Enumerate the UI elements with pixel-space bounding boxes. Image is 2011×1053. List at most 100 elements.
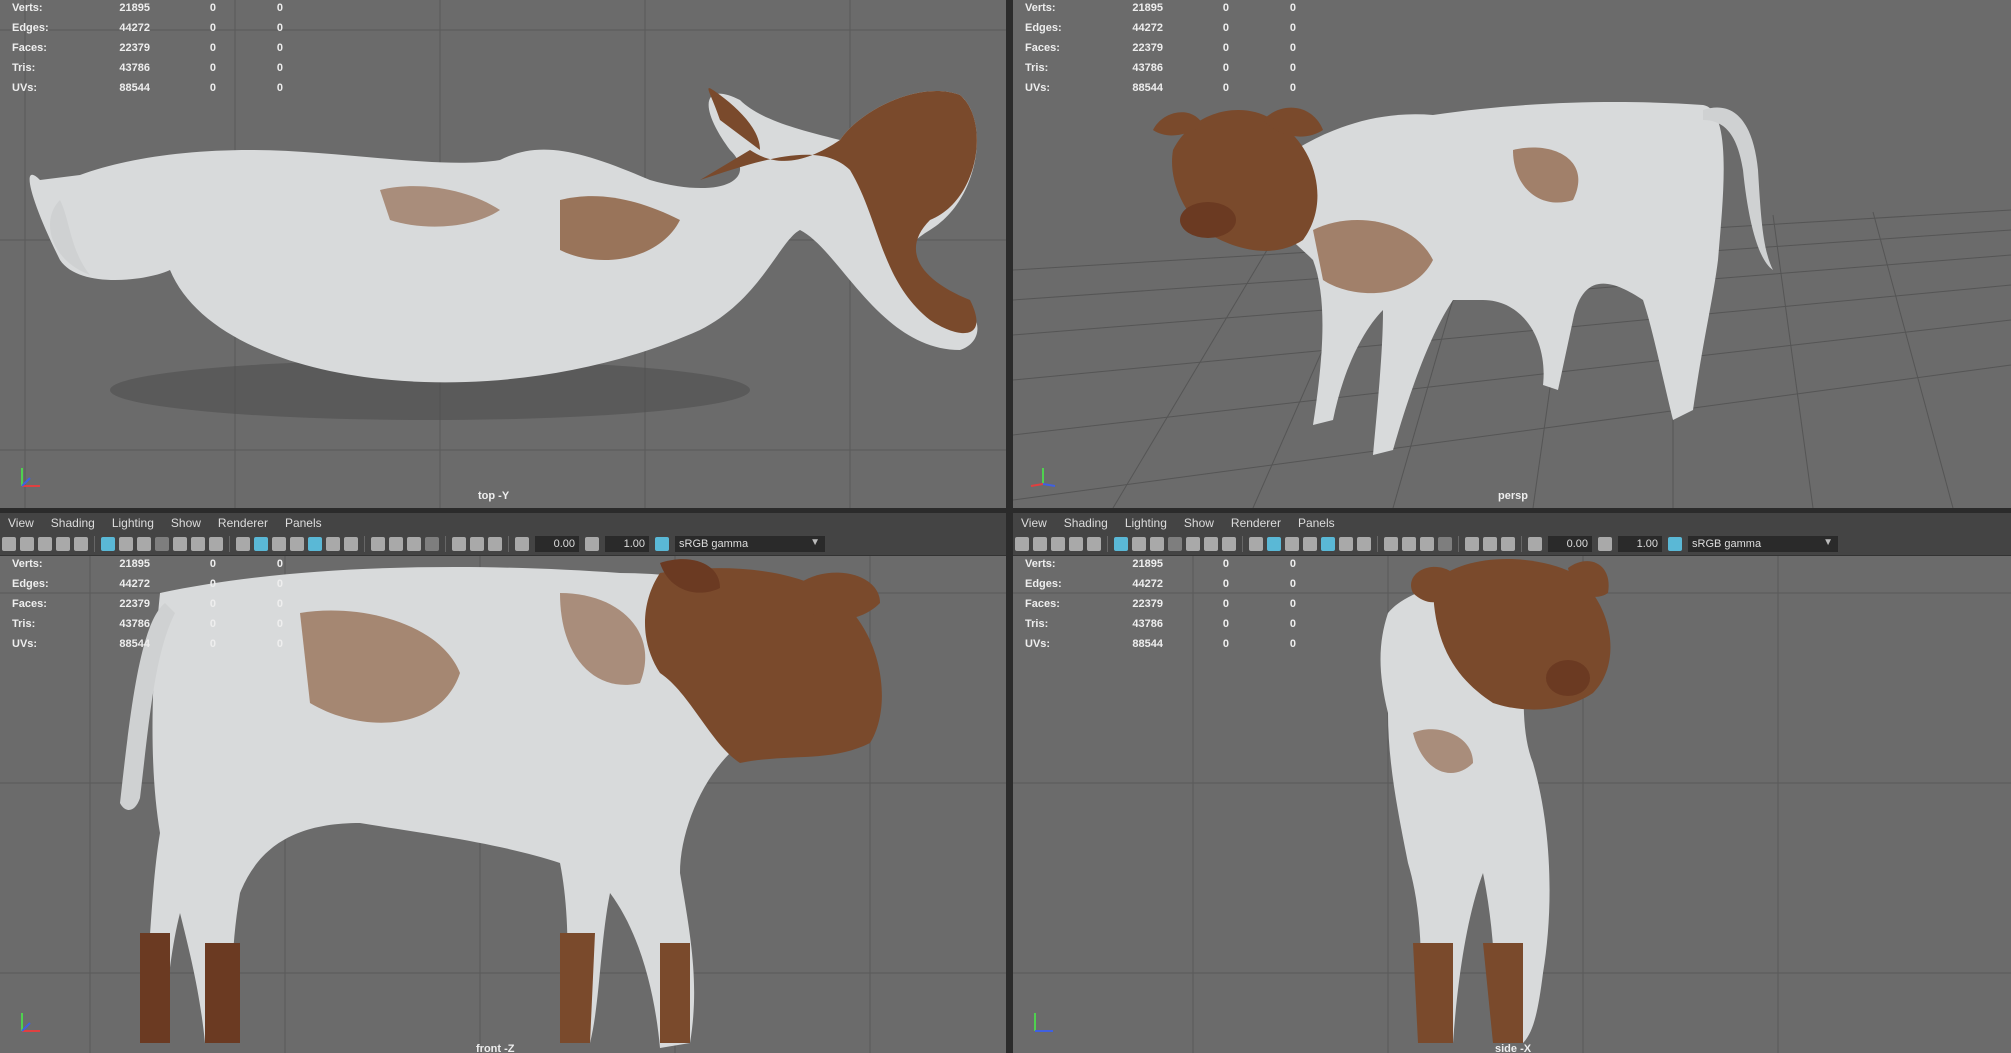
stat-value: 21895 xyxy=(119,2,150,14)
stat-value: 0 xyxy=(276,558,283,570)
grid-icon[interactable] xyxy=(1114,537,1128,551)
color-management-icon[interactable] xyxy=(1668,537,1682,551)
menu-shading[interactable]: Shading xyxy=(43,516,104,530)
wireframe-on-shaded-icon[interactable] xyxy=(1285,537,1299,551)
stat-value: 0 xyxy=(209,82,216,94)
toolbar-divider xyxy=(364,536,365,552)
menu-shading[interactable]: Shading xyxy=(1056,516,1117,530)
smooth-shade-icon[interactable] xyxy=(1267,537,1281,551)
xray-joints-icon[interactable] xyxy=(1483,537,1497,551)
safe-title-icon[interactable] xyxy=(209,537,223,551)
textured-icon[interactable] xyxy=(290,537,304,551)
ambient-occlusion-icon[interactable] xyxy=(1384,537,1398,551)
stat-value: 44272 xyxy=(1132,22,1163,34)
stat-value: 0 xyxy=(1222,2,1229,14)
depth-of-field-icon[interactable] xyxy=(1438,537,1452,551)
isolate-select-icon[interactable] xyxy=(452,537,466,551)
safe-action-icon[interactable] xyxy=(1204,537,1218,551)
shadows-icon[interactable] xyxy=(326,537,340,551)
wireframe-on-shaded-icon[interactable] xyxy=(272,537,286,551)
camera-attributes-icon[interactable] xyxy=(1033,537,1047,551)
grid-icon[interactable] xyxy=(101,537,115,551)
depth-of-field-icon[interactable] xyxy=(425,537,439,551)
axis-gizmo-icon xyxy=(21,1013,40,1032)
grease-pencil-icon[interactable] xyxy=(74,537,88,551)
viewport-top[interactable]: Verts: 21895 0 0 Edges: 44272 0 0 Faces: 22379 0… xyxy=(0,0,1006,508)
use-lights-icon[interactable] xyxy=(308,537,322,551)
anti-aliasing-icon[interactable] xyxy=(1420,537,1434,551)
xray-components-icon[interactable] xyxy=(1501,537,1515,551)
xray-icon[interactable] xyxy=(1357,537,1371,551)
safe-action-icon[interactable] xyxy=(191,537,205,551)
stat-value: 43786 xyxy=(119,618,150,630)
wireframe-icon[interactable] xyxy=(236,537,250,551)
xray-icon[interactable] xyxy=(344,537,358,551)
exposure-icon[interactable] xyxy=(1528,537,1542,551)
gate-mask-icon[interactable] xyxy=(1168,537,1182,551)
motion-blur-icon[interactable] xyxy=(389,537,403,551)
viewport-front[interactable]: View Shading Lighting Show Renderer Pane… xyxy=(0,513,1006,1053)
stat-value: 0 xyxy=(1289,558,1296,570)
gamma-field[interactable] xyxy=(605,536,649,552)
menu-view[interactable]: View xyxy=(1013,516,1056,530)
anti-aliasing-icon[interactable] xyxy=(407,537,421,551)
colorspace-value: sRGB gamma xyxy=(679,538,749,550)
image-plane-icon[interactable] xyxy=(1069,537,1083,551)
menu-show[interactable]: Show xyxy=(163,516,210,530)
use-lights-icon[interactable] xyxy=(1321,537,1335,551)
colorspace-value: sRGB gamma xyxy=(1692,538,1762,550)
shadows-icon[interactable] xyxy=(1339,537,1353,551)
stat-value: 0 xyxy=(1222,42,1229,54)
gate-mask-icon[interactable] xyxy=(155,537,169,551)
menu-panels[interactable]: Panels xyxy=(277,516,331,530)
bookmark-icon[interactable] xyxy=(1051,537,1065,551)
film-gate-icon[interactable] xyxy=(1132,537,1146,551)
exposure-field[interactable] xyxy=(535,536,579,552)
menu-renderer[interactable]: Renderer xyxy=(1223,516,1290,530)
camera-attributes-icon[interactable] xyxy=(20,537,34,551)
menu-panels[interactable]: Panels xyxy=(1290,516,1344,530)
smooth-shade-icon[interactable] xyxy=(254,537,268,551)
menu-lighting[interactable]: Lighting xyxy=(104,516,163,530)
wireframe-icon[interactable] xyxy=(1249,537,1263,551)
ambient-occlusion-icon[interactable] xyxy=(371,537,385,551)
gamma-icon[interactable] xyxy=(585,537,599,551)
grease-pencil-icon[interactable] xyxy=(1087,537,1101,551)
isolate-select-icon[interactable] xyxy=(1465,537,1479,551)
camera-icon[interactable] xyxy=(2,537,16,551)
gamma-icon[interactable] xyxy=(1598,537,1612,551)
viewport-persp[interactable]: Verts: 21895 0 0 Edges: 44272 0 0 Faces: 22379 0… xyxy=(1013,0,2011,508)
resolution-gate-icon[interactable] xyxy=(137,537,151,551)
field-chart-icon[interactable] xyxy=(1186,537,1200,551)
gamma-field[interactable] xyxy=(1618,536,1662,552)
film-gate-icon[interactable] xyxy=(119,537,133,551)
stats-hud: Verts: 21895 0 0 Edges: 44272 0 0 Faces: 22379 0… xyxy=(12,0,283,98)
motion-blur-icon[interactable] xyxy=(1402,537,1416,551)
menu-view[interactable]: View xyxy=(0,516,43,530)
menu-renderer[interactable]: Renderer xyxy=(210,516,277,530)
resolution-gate-icon[interactable] xyxy=(1150,537,1164,551)
field-chart-icon[interactable] xyxy=(173,537,187,551)
textured-icon[interactable] xyxy=(1303,537,1317,551)
xray-joints-icon[interactable] xyxy=(470,537,484,551)
menu-show[interactable]: Show xyxy=(1176,516,1223,530)
bookmark-icon[interactable] xyxy=(38,537,52,551)
stat-label: Edges: xyxy=(12,578,49,590)
menu-lighting[interactable]: Lighting xyxy=(1117,516,1176,530)
camera-icon[interactable] xyxy=(1015,537,1029,551)
stat-value: 0 xyxy=(209,62,216,74)
colorspace-dropdown[interactable]: sRGB gamma ▼ xyxy=(1688,536,1838,552)
colorspace-dropdown[interactable]: sRGB gamma ▼ xyxy=(675,536,825,552)
stat-label: Verts: xyxy=(1025,558,1056,570)
xray-components-icon[interactable] xyxy=(488,537,502,551)
stat-value: 88544 xyxy=(119,638,150,650)
stat-value: 44272 xyxy=(1132,578,1163,590)
safe-title-icon[interactable] xyxy=(1222,537,1236,551)
image-plane-icon[interactable] xyxy=(56,537,70,551)
color-management-icon[interactable] xyxy=(655,537,669,551)
viewport-side[interactable]: View Shading Lighting Show Renderer Pane… xyxy=(1013,513,2011,1053)
exposure-icon[interactable] xyxy=(515,537,529,551)
exposure-field[interactable] xyxy=(1548,536,1592,552)
stat-value: 0 xyxy=(276,42,283,54)
stat-value: 0 xyxy=(209,578,216,590)
